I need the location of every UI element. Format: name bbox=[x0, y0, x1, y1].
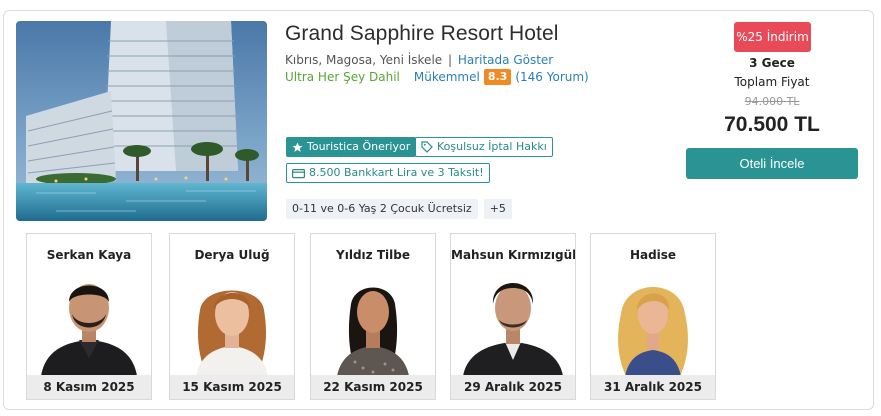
event-date: 8 Kasım 2025 bbox=[27, 375, 151, 399]
hotel-photo[interactable] bbox=[16, 21, 267, 221]
artist-card[interactable]: Derya Uluğ 15 Kasım 2025 bbox=[169, 233, 295, 400]
recommended-badge: Touristica Öneriyor bbox=[286, 137, 417, 157]
event-date: 22 Kasım 2025 bbox=[311, 375, 435, 399]
artist-card[interactable]: Yıldız Tilbe 22 Kasım 2025 bbox=[310, 233, 436, 400]
nights-count: 3 Gece bbox=[749, 56, 795, 70]
more-tags-button[interactable]: +5 bbox=[483, 199, 512, 219]
location-separator: | bbox=[444, 53, 456, 67]
old-price: 94.000 TL bbox=[744, 95, 800, 108]
artist-photo bbox=[463, 283, 563, 376]
event-date: 29 Aralık 2025 bbox=[451, 375, 575, 399]
hotel-meta: Ultra Her Şey Dahil Mükemmel 8.3 (146 Yo… bbox=[285, 69, 589, 85]
event-date: 15 Kasım 2025 bbox=[170, 375, 294, 399]
tag-icon bbox=[421, 141, 433, 153]
rating-score-badge: 8.3 bbox=[483, 69, 512, 85]
star-icon bbox=[292, 141, 303, 152]
board-concept: Ultra Her Şey Dahil bbox=[285, 70, 400, 84]
artist-name: Yıldız Tilbe bbox=[336, 248, 410, 262]
children-free-tag: 0-11 ve 0-6 Yaş 2 Çocuk Ücretsiz bbox=[286, 199, 478, 219]
artist-photo bbox=[337, 287, 409, 376]
view-hotel-button[interactable]: Oteli İncele bbox=[686, 148, 858, 179]
artist-card[interactable]: Serkan Kaya 8 Kasım 2025 bbox=[26, 233, 152, 400]
event-date: 31 Aralık 2025 bbox=[591, 375, 715, 399]
hotel-tags: 0-11 ve 0-6 Yaş 2 Çocuk Ücretsiz +5 bbox=[286, 199, 518, 219]
bank-offer-label: 8.500 Bankkart Lira ve 3 Taksit! bbox=[309, 166, 484, 179]
hotel-name[interactable]: Grand Sapphire Resort Hotel bbox=[285, 22, 559, 46]
review-count-link[interactable]: (146 Yorum) bbox=[515, 70, 588, 84]
artist-name: Serkan Kaya bbox=[46, 248, 132, 262]
rating-label: Mükemmel bbox=[413, 70, 480, 84]
location-text: Kıbrıs, Magosa, Yeni İskele bbox=[285, 53, 443, 67]
discount-badge: %25 İndirim bbox=[734, 22, 811, 52]
artist-photo bbox=[196, 290, 268, 376]
hotel-card: Grand Sapphire Resort Hotel Kıbrıs, Mago… bbox=[3, 10, 874, 410]
recommended-label: Touristica Öneriyor bbox=[307, 140, 411, 153]
map-link[interactable]: Haritada Göster bbox=[458, 53, 553, 67]
current-price: 70.500 TL bbox=[724, 113, 820, 136]
free-cancel-label: Koşulsuz İptal Hakkı bbox=[437, 140, 547, 153]
artist-name: Derya Uluğ bbox=[194, 248, 270, 262]
artist-photo bbox=[618, 287, 688, 376]
card-icon bbox=[292, 168, 305, 178]
bank-offer-badge: 8.500 Bankkart Lira ve 3 Taksit! bbox=[286, 163, 490, 183]
artist-name: Mahsun Kırmızıgül bbox=[451, 248, 576, 262]
total-price-label: Toplam Fiyat bbox=[734, 75, 810, 89]
artist-card[interactable]: Mahsun Kırmızıgül 29 Aralık 2025 bbox=[450, 233, 576, 400]
artist-photo bbox=[41, 284, 137, 376]
artist-name: Hadise bbox=[629, 248, 677, 262]
hotel-location: Kıbrıs, Magosa, Yeni İskele | Haritada G… bbox=[285, 53, 553, 67]
artist-card[interactable]: Hadise 31 Aralık 2025 bbox=[590, 233, 716, 400]
free-cancel-badge: Koşulsuz İptal Hakkı bbox=[415, 137, 553, 157]
